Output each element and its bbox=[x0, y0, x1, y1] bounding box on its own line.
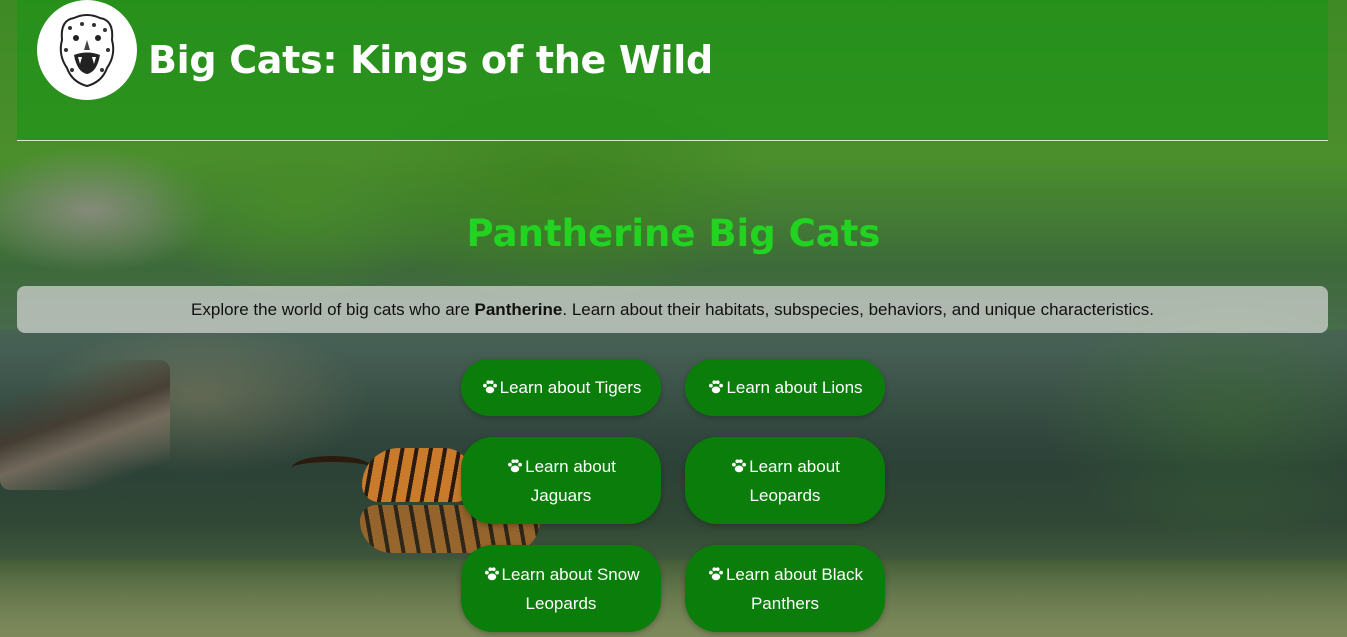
learn-leopards-label: Learn about Leopards bbox=[749, 456, 840, 505]
paw-icon bbox=[709, 380, 724, 394]
learn-black-panthers-label: Learn about Black Panthers bbox=[725, 564, 864, 613]
site-header: Big Cats: Kings of the Wild bbox=[17, 0, 1328, 141]
foreground-grass bbox=[0, 557, 1347, 637]
learn-lions-button[interactable]: Learn about Lions bbox=[685, 359, 885, 416]
learn-leopards-button[interactable]: Learn about Leopards bbox=[685, 437, 885, 524]
paw-icon bbox=[732, 458, 747, 472]
learn-tigers-button[interactable]: Learn about Tigers bbox=[461, 359, 661, 416]
fallen-log bbox=[0, 360, 170, 490]
paw-icon bbox=[482, 380, 497, 394]
page-heading: Pantherine Big Cats bbox=[466, 212, 881, 255]
site-title: Big Cats: Kings of the Wild bbox=[148, 38, 713, 82]
learn-snow-leopards-label: Learn about Snow Leopards bbox=[501, 564, 640, 613]
learn-black-panthers-button[interactable]: Learn about Black Panthers bbox=[685, 545, 885, 632]
paw-icon bbox=[708, 566, 723, 580]
river-water bbox=[0, 330, 1347, 560]
intro-text-after: . Learn about their habitats, subspecies… bbox=[562, 299, 1154, 319]
paw-icon bbox=[508, 458, 523, 472]
learn-tigers-label: Learn about Tigers bbox=[499, 378, 642, 397]
tiger-tail bbox=[292, 456, 372, 480]
paw-icon bbox=[484, 566, 499, 580]
jaguar-head-icon[interactable] bbox=[37, 0, 137, 100]
intro-banner: Explore the world of big cats who are Pa… bbox=[17, 286, 1328, 333]
learn-jaguars-button[interactable]: Learn about Jaguars bbox=[461, 437, 661, 524]
learn-lions-label: Learn about Lions bbox=[726, 378, 863, 397]
intro-text: Explore the world of big cats who are Pa… bbox=[191, 300, 1154, 320]
intro-text-before: Explore the world of big cats who are bbox=[191, 299, 475, 319]
intro-text-bold: Pantherine bbox=[474, 299, 563, 319]
tiger-image bbox=[362, 448, 472, 502]
learn-snow-leopards-button[interactable]: Learn about Snow Leopards bbox=[461, 545, 661, 632]
learn-jaguars-label: Learn about Jaguars bbox=[525, 456, 616, 505]
